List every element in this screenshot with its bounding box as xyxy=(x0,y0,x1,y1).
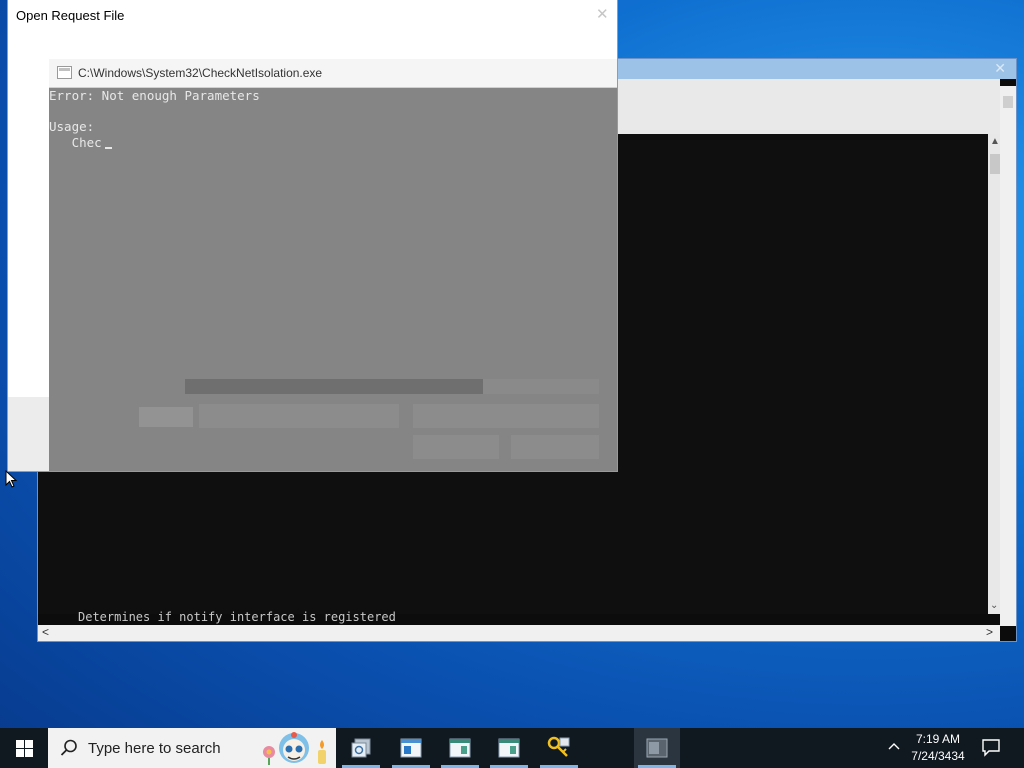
taskbar-app-window-1[interactable] xyxy=(388,728,434,768)
scroll-down-icon[interactable]: ⌄ xyxy=(990,600,998,611)
mouse-pointer-icon xyxy=(5,470,17,488)
ghost-progress-track xyxy=(483,379,599,394)
taskbar-app-window-2[interactable] xyxy=(437,728,483,768)
taskbar-clock[interactable]: 7:19 AM 7/24/3434 xyxy=(900,731,976,765)
taskbar-app-console-active[interactable] xyxy=(634,728,680,768)
taskbar-app-certificate[interactable] xyxy=(536,728,582,768)
console-window-icon xyxy=(646,738,668,758)
taskbar-search-box[interactable]: Type here to search xyxy=(48,728,336,768)
ghost-label xyxy=(139,407,193,427)
close-icon[interactable]: ✕ xyxy=(994,60,1006,77)
scrollbar-thumb[interactable] xyxy=(990,154,1000,174)
search-placeholder: Type here to search xyxy=(88,740,221,757)
console-titlebar[interactable]: C:\Windows\System32\CheckNetIsolation.ex… xyxy=(49,59,617,88)
ghost-filetype-select xyxy=(413,404,599,428)
clock-time: 7:19 AM xyxy=(915,732,961,746)
search-doodle-icon[interactable] xyxy=(260,730,334,766)
console-window-title: C:\Windows\System32\CheckNetIsolation.ex… xyxy=(78,66,323,80)
scroll-up-icon[interactable]: ▲ xyxy=(990,136,1000,147)
outer-vertical-scrollbar[interactable] xyxy=(1000,86,1016,626)
notification-center-icon[interactable] xyxy=(980,736,1002,758)
console-line-error: Error: Not enough Parameters xyxy=(49,88,260,103)
scroll-left-icon[interactable]: < xyxy=(42,625,49,639)
console-line-usage: Usage: xyxy=(49,119,95,134)
key-icon xyxy=(547,736,570,757)
close-icon[interactable]: ✕ xyxy=(596,5,609,23)
horizontal-scrollbar[interactable]: < > xyxy=(38,625,1000,641)
taskbar: Type here to search 7:19 AM 7/24/3434 xyxy=(0,728,1024,768)
text-cursor xyxy=(105,147,112,149)
app-window-icon xyxy=(449,738,471,758)
windows-logo-icon xyxy=(16,740,33,757)
ghost-open-button xyxy=(413,435,499,459)
app-window-stack-icon xyxy=(351,738,371,758)
scrollbar-thumb[interactable] xyxy=(1003,96,1013,108)
clock-date: 7/24/3434 xyxy=(911,749,965,763)
ghost-progress-bar xyxy=(185,379,483,394)
start-button[interactable] xyxy=(0,728,48,768)
dialog-title: Open Request File xyxy=(16,8,125,23)
scroll-right-icon[interactable]: > xyxy=(986,625,993,639)
console-app-icon xyxy=(57,66,72,79)
checknetisolation-console-window[interactable]: C:\Windows\System32\CheckNetIsolation.ex… xyxy=(49,59,617,471)
taskbar-app-window-3[interactable] xyxy=(486,728,532,768)
search-icon xyxy=(60,739,77,756)
app-window-icon xyxy=(400,738,422,758)
app-window-icon xyxy=(498,738,520,758)
ghost-cancel-button xyxy=(511,435,599,459)
console-output-line: Determines if notify interface is regist… xyxy=(78,610,396,624)
ghost-filename-field xyxy=(199,404,399,428)
taskbar-app-file-explorer[interactable] xyxy=(338,728,384,768)
console-line-command: Chec xyxy=(49,135,102,150)
dialog-side-panel xyxy=(8,397,49,471)
